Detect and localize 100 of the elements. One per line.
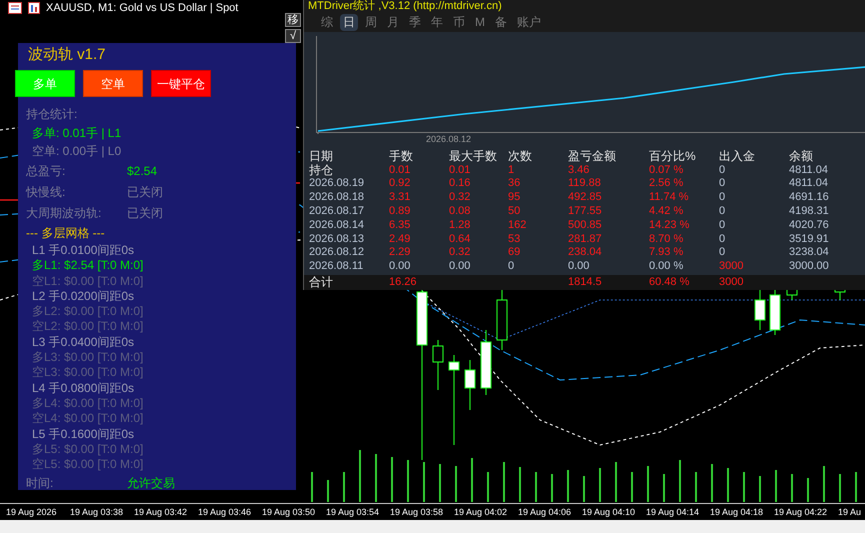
table-cell-text: 36 xyxy=(508,177,522,192)
list-icon xyxy=(8,2,22,14)
balance-cell-text: 3000.00 xyxy=(789,260,830,274)
table-cell-text: 0.01 xyxy=(449,164,472,178)
period-tab[interactable]: 季 xyxy=(406,14,424,31)
side-button[interactable]: √ xyxy=(285,29,301,43)
table-cell-text: 0.16 xyxy=(449,177,472,192)
balance-cell-text: 4020.76 xyxy=(789,218,830,233)
date-cell-text: 2026.08.18 xyxy=(309,191,366,206)
axis-date-label: 2026.08.12 xyxy=(426,132,472,146)
time-axis-label: 19 Aug 04:14 xyxy=(646,506,700,519)
total-cell-text: 60.48 % xyxy=(649,275,690,290)
table-cell-text: 53 xyxy=(508,232,522,246)
candle xyxy=(770,290,780,336)
time-axis-label: 19 Aug 2026 xyxy=(6,506,58,519)
table-cell-text: 0 xyxy=(719,205,726,219)
side-button[interactable]: 移 xyxy=(285,13,301,27)
table-cell-text: 11.74 % xyxy=(649,191,690,206)
grid-level-text: L1 手0.0100间距0s xyxy=(31,243,136,258)
stats-label: 持仓统计: xyxy=(25,106,78,123)
period-tab[interactable]: 周 xyxy=(362,14,380,31)
table-cell-text: 0.32 xyxy=(449,191,472,206)
table-cell-text: 2.29 xyxy=(389,246,412,260)
date-cell-text: 2026.08.19 xyxy=(309,177,366,192)
table-cell-text: 162 xyxy=(508,218,528,233)
stats-label: 总盈亏: xyxy=(26,162,66,180)
table-cell-text: 119.88 xyxy=(568,177,602,192)
table-cell-text: 1.28 xyxy=(449,218,472,233)
balance-cell-text: 4811.04 xyxy=(789,177,829,192)
table-cell-text: 0.32 xyxy=(449,246,472,260)
grid-position-text: 多L3: $0.00 [T:0 M:0] xyxy=(31,350,144,366)
period-tab[interactable]: 年 xyxy=(428,14,446,31)
time-axis-label: 19 Aug 04:22 xyxy=(774,506,828,519)
table-cell-text: 50 xyxy=(508,205,522,219)
order-button[interactable]: 空单 xyxy=(83,70,143,97)
time-axis-label: 19 Aug 04:06 xyxy=(518,506,572,519)
date-cell-text: 持仓 xyxy=(309,164,334,178)
date-cell-text: 2026.08.13 xyxy=(309,232,366,246)
table-cell-text: 492.85 xyxy=(568,191,603,206)
grid-position-text: 空L5: $0.00 [T:0 M:0] xyxy=(31,457,144,472)
table-cell-text: 0 xyxy=(719,246,726,260)
table-cell-text: 3000 xyxy=(719,260,744,274)
table-cell-text: 95 xyxy=(508,191,522,206)
table-cell-text: 3.31 xyxy=(389,191,412,206)
grid-level-text: L3 手0.0400间距0s xyxy=(31,334,136,350)
table-cell-text: 0.00 xyxy=(389,260,412,274)
table-cell-text: 0 xyxy=(719,191,726,206)
grid-position-text: 多L1: $2.54 [T:0 M:0] xyxy=(31,258,144,274)
table-cell-text: 0 xyxy=(719,164,726,178)
column-header: 余额 xyxy=(789,148,814,164)
time-axis-label: 19 Aug 04:02 xyxy=(454,506,508,519)
table-cell-text: 7.93 % xyxy=(649,246,684,260)
stats-label: 快慢线: xyxy=(26,184,66,200)
grid-position-text: 多L4: $0.00 [T:0 M:0] xyxy=(31,396,144,412)
time-axis-label: 19 Aug 03:58 xyxy=(390,506,444,519)
grid-position-text: 多L2: $0.00 [T:0 M:0] xyxy=(31,304,144,320)
table-cell-text: 0.00 % xyxy=(649,260,684,274)
grid-heading: --- 多层网格 --- xyxy=(25,225,106,242)
time-axis-label: 19 Aug 03:42 xyxy=(134,506,188,519)
time-axis-label: 19 Aug 03:46 xyxy=(198,506,252,519)
grid-position-text: 多L5: $0.00 [T:0 M:0] xyxy=(31,442,144,458)
balance-cell-text: 4811.04 xyxy=(789,164,829,178)
table-cell-text: 177.55 xyxy=(568,205,603,219)
total-label: 合计 xyxy=(309,275,334,290)
table-cell-text: 500.85 xyxy=(568,218,603,233)
period-tab[interactable]: 账户 xyxy=(514,14,544,31)
period-tab[interactable]: 综 xyxy=(318,14,336,31)
balance-cell-text: 3238.04 xyxy=(789,246,830,260)
candle xyxy=(496,290,508,350)
order-button[interactable]: 一键平仓 xyxy=(151,70,211,97)
grid-level-text: L4 手0.0800间距0s xyxy=(31,380,136,396)
table-cell-text: 0 xyxy=(508,260,516,274)
table-cell-text: 2.49 xyxy=(389,232,412,246)
table-cell-text: 0.08 xyxy=(449,205,472,219)
period-tab[interactable]: 日 xyxy=(340,14,358,31)
total-cell-text: 3000 xyxy=(719,275,744,290)
period-tab[interactable]: 币 xyxy=(450,14,468,31)
time-axis-label: 19 Aug 03:54 xyxy=(326,506,380,519)
time-axis-label: 19 Aug 04:10 xyxy=(582,506,636,519)
period-tab[interactable]: 备 xyxy=(492,14,510,31)
date-cell-text: 2026.08.14 xyxy=(309,218,366,233)
stats-label: 大周期波动轨: xyxy=(26,204,102,222)
table-cell-text: 238.04 xyxy=(568,246,603,260)
period-tab[interactable]: 月 xyxy=(384,14,402,31)
stats-value: 已关闭 xyxy=(127,204,163,222)
period-tab[interactable]: M xyxy=(472,14,488,31)
candle xyxy=(480,330,492,396)
column-header: 最大手数 xyxy=(449,148,498,164)
table-cell-text: 281.87 xyxy=(568,232,603,246)
table-cell-text: 3.46 xyxy=(568,164,590,178)
table-cell-text: 69 xyxy=(508,246,522,260)
balance-cell-text: 3519.91 xyxy=(789,232,830,246)
stats-title: MTDriver统计 ,V3.12 (http://mtdriver.cn) xyxy=(304,0,865,13)
table-cell-text: 0 xyxy=(719,177,726,192)
date-cell-text: 2026.08.12 xyxy=(309,246,366,260)
time-axis-label: 19 Aug 03:50 xyxy=(262,506,316,519)
table-cell-text: 0.01 xyxy=(389,164,412,178)
grid-position-text: 空L4: $0.00 [T:0 M:0] xyxy=(31,411,144,427)
balance-cell-text: 4198.31 xyxy=(789,205,830,219)
table-cell-text: 8.70 % xyxy=(649,232,684,246)
